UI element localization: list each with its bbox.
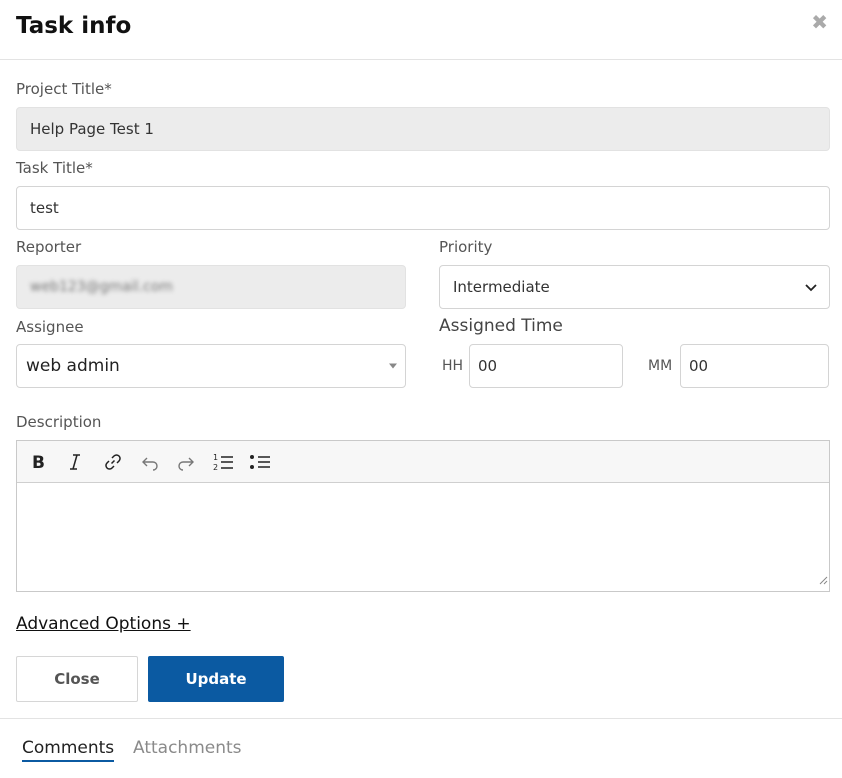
italic-icon[interactable]	[63, 450, 87, 474]
svg-text:1: 1	[213, 453, 218, 462]
hh-input[interactable]: 00	[469, 344, 623, 388]
priority-value: Intermediate	[453, 278, 550, 296]
close-button[interactable]: Close	[16, 656, 138, 702]
project-title-value: Help Page Test 1	[30, 120, 154, 138]
bold-icon[interactable]: B	[27, 450, 51, 474]
project-title-label: Project Title*	[16, 80, 112, 98]
link-icon[interactable]	[101, 450, 125, 474]
description-editor: B 1 2	[16, 440, 830, 592]
priority-select[interactable]: Intermediate	[439, 265, 830, 309]
project-title-field: Help Page Test 1	[16, 107, 830, 151]
hh-label: HH	[442, 358, 464, 374]
assigned-time-label: Assigned Time	[439, 316, 563, 336]
mm-value: 00	[689, 357, 709, 375]
assignee-value: web admin	[26, 356, 120, 376]
svg-text:2: 2	[213, 463, 218, 472]
priority-label: Priority	[439, 238, 493, 256]
tab-comments[interactable]: Comments	[22, 738, 115, 762]
hh-value: 00	[478, 357, 498, 375]
modal-title: Task info	[16, 13, 132, 39]
task-title-input[interactable]: test	[16, 186, 830, 230]
caret-down-icon	[389, 363, 397, 369]
chevron-down-icon	[805, 278, 817, 296]
reporter-label: Reporter	[16, 238, 82, 256]
resize-handle-icon[interactable]	[818, 572, 828, 590]
task-title-value: test	[30, 199, 59, 217]
redo-icon[interactable]	[174, 450, 198, 474]
assignee-select[interactable]: web admin	[16, 344, 406, 388]
undo-icon[interactable]	[138, 450, 162, 474]
advanced-options-link[interactable]: Advanced Options +	[16, 614, 191, 634]
svg-text:B: B	[32, 453, 45, 471]
update-button[interactable]: Update	[148, 656, 284, 702]
tabs-divider	[0, 718, 842, 719]
close-icon[interactable]: ✖	[811, 10, 828, 34]
assignee-label: Assignee	[16, 318, 84, 336]
editor-toolbar: B 1 2	[17, 441, 829, 483]
numbered-list-icon[interactable]: 1 2	[211, 450, 235, 474]
description-label: Description	[16, 413, 102, 431]
mm-input[interactable]: 00	[680, 344, 829, 388]
reporter-field: web123@gmail.com	[16, 265, 406, 309]
bulleted-list-icon[interactable]	[248, 450, 272, 474]
tab-attachments[interactable]: Attachments	[133, 738, 242, 758]
reporter-value: web123@gmail.com	[30, 279, 173, 295]
mm-label: MM	[648, 358, 673, 374]
modal-header: Task info ✖	[0, 0, 842, 60]
task-title-label: Task Title*	[16, 159, 93, 177]
